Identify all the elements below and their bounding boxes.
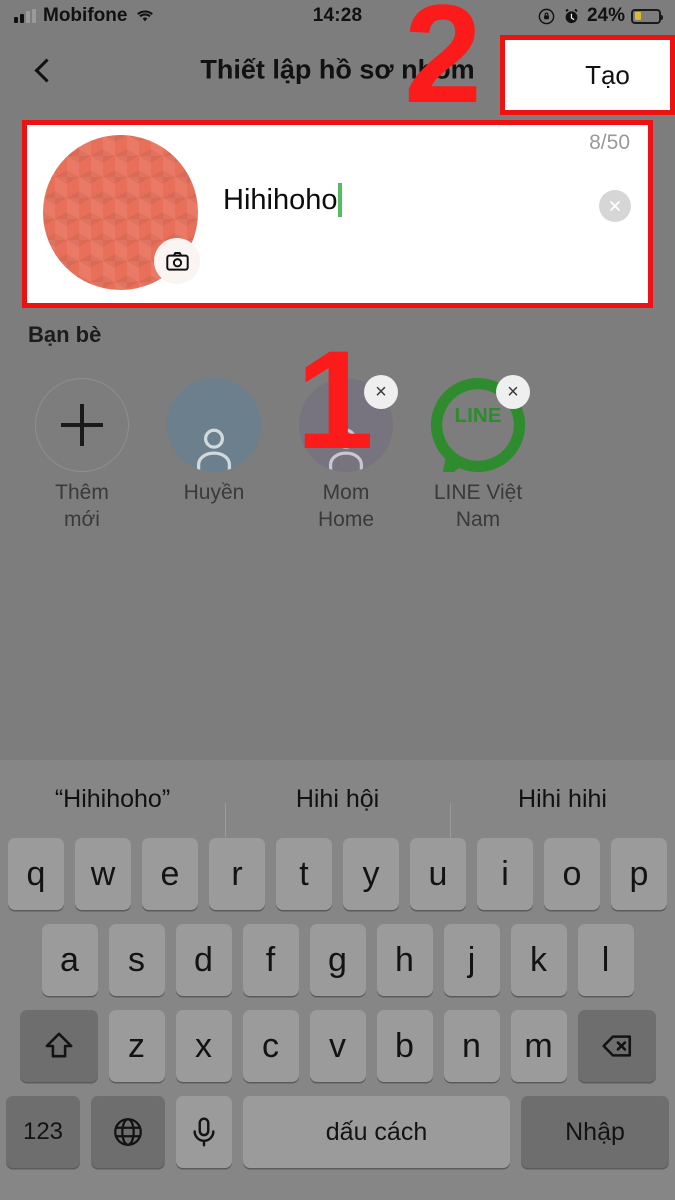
battery-percent-label: 24% [586,5,625,26]
friend-label-line2: Home [317,507,375,531]
key-r[interactable]: r [209,838,265,910]
key-e[interactable]: e [142,838,198,910]
key-p[interactable]: p [611,838,667,910]
key-i[interactable]: i [477,838,533,910]
key-g[interactable]: g [309,924,366,996]
group-name-value: Hihihoho [223,183,338,216]
shift-arrow-icon [45,1032,72,1058]
add-friend-avatar [35,378,129,472]
friend-add-new[interactable]: Thêm mới [16,378,148,534]
backspace-key[interactable] [577,1010,656,1082]
friend-item[interactable]: × Mom Home [280,375,412,534]
keyboard-row-3: z x c v b n m [0,1010,675,1082]
friend-label-line1: Mom [322,481,370,504]
friend-avatar-wrap: LINE × [430,375,530,483]
key-y[interactable]: y [343,838,399,910]
microphone-icon [193,1117,215,1147]
globe-icon [114,1118,142,1146]
remove-icon: × [507,381,519,403]
friend-item[interactable]: Huyền [148,378,280,534]
key-h[interactable]: h [376,924,433,996]
keyboard-row-1: q w e r t y u i o p [0,838,675,910]
group-profile-card: Hihihoho 8/50 [22,120,653,308]
camera-button[interactable] [154,238,200,284]
friend-item[interactable]: LINE × LINE Việt Nam [412,375,544,534]
friend-label: LINE Việt Nam [434,480,522,534]
globe-key[interactable] [91,1096,165,1168]
svg-text:LINE: LINE [454,404,501,427]
keyboard-row-2: a s d f g h j k l [0,924,675,996]
friend-label-line1: Thêm [55,481,109,504]
plus-icon [61,404,103,446]
key-s[interactable]: s [108,924,165,996]
camera-icon [165,251,189,271]
add-avatar-wrap [35,378,129,472]
key-m[interactable]: m [510,1010,567,1082]
friend-avatar-wrap: × [299,375,398,472]
alarm-clock-icon [562,7,581,26]
key-c[interactable]: c [242,1010,299,1082]
status-bar: Mobifone 14:28 24% [0,0,675,32]
key-o[interactable]: o [544,838,600,910]
friend-label-line2: Nam [455,507,501,531]
key-w[interactable]: w [75,838,131,910]
phone-screen: Mobifone 14:28 24% Thiết lập hồ sơ nhóm … [0,0,675,1200]
key-v[interactable]: v [309,1010,366,1082]
friends-section-label: Bạn bè [28,322,102,347]
key-d[interactable]: d [175,924,232,996]
suggestion-bar: “Hihihoho” Hihi hội Hihi hihi [0,760,675,843]
create-button[interactable]: Tạo [500,35,675,115]
text-caret [338,183,343,217]
create-button-label: Tạo [585,59,630,90]
key-j[interactable]: j [443,924,500,996]
suggestion-chip[interactable]: Hihi hihi [450,785,675,843]
group-name-input[interactable]: Hihihoho [223,183,343,217]
key-b[interactable]: b [376,1010,433,1082]
char-counter: 8/50 [589,131,630,154]
friend-avatar [167,378,261,472]
dictation-key[interactable] [176,1096,232,1168]
clear-name-button[interactable] [599,190,631,222]
group-avatar-picker[interactable] [43,135,200,290]
friend-label-line1: LINE Việt [433,481,523,504]
key-x[interactable]: x [175,1010,232,1082]
key-z[interactable]: z [108,1010,165,1082]
friend-label: Huyền [183,481,245,504]
key-n[interactable]: n [443,1010,500,1082]
friend-label: Mom Home [318,480,374,534]
nav-bar: Thiết lập hồ sơ nhóm Tạo [0,32,675,115]
key-k[interactable]: k [510,924,567,996]
suggestion-chip[interactable]: “Hihihoho” [0,785,225,814]
key-l[interactable]: l [577,924,634,996]
person-icon [196,428,232,472]
close-circle-icon [610,201,620,211]
key-a[interactable]: a [41,924,98,996]
keyboard-row-4: 123 dấu cách Nhập [0,1096,675,1168]
space-key[interactable]: dấu cách [243,1096,510,1168]
shift-key[interactable] [19,1010,98,1082]
remove-friend-button[interactable]: × [496,375,530,409]
key-u[interactable]: u [410,838,466,910]
key-t[interactable]: t [276,838,332,910]
friend-avatar-wrap [167,378,261,472]
on-screen-keyboard: “Hihihoho” Hihi hội Hihi hihi q w e r t … [0,760,675,1200]
friend-label: Thêm mới [55,480,109,534]
enter-key[interactable]: Nhập [521,1096,669,1168]
battery-icon [631,8,663,24]
rotation-lock-icon [537,7,556,26]
friend-label-line2: mới [64,507,100,531]
suggestion-chip[interactable]: Hihi hội [225,785,450,843]
status-bar-right: 24% [537,5,663,27]
key-f[interactable]: f [242,924,299,996]
key-q[interactable]: q [8,838,64,910]
backspace-icon [601,1035,631,1057]
remove-friend-button[interactable]: × [364,375,398,409]
friends-list: Thêm mới Huyền × Mom Home LINE × LINE Vi… [16,375,556,534]
person-icon [328,428,364,472]
numbers-key[interactable]: 123 [6,1096,80,1168]
remove-icon: × [375,381,387,403]
